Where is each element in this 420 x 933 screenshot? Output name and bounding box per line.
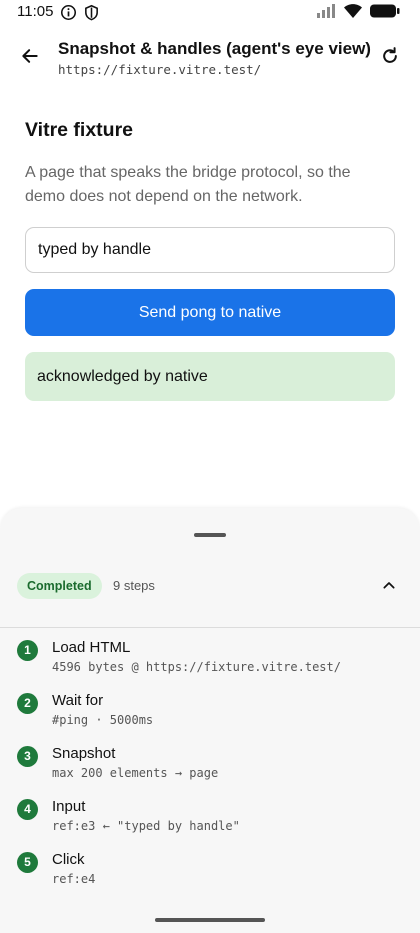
status-left-icons (60, 4, 100, 26)
back-button[interactable] (14, 42, 46, 74)
page-url: https://fixture.vitre.test/ (58, 62, 262, 77)
ack-message: acknowledged by native (25, 352, 395, 401)
step-item: 4 Input ref:e3 ← "typed by handle" (0, 797, 420, 850)
status-time: 11:05 (17, 3, 54, 20)
status-bar: 11:05 (0, 0, 420, 26)
refresh-icon (380, 46, 400, 71)
step-detail: #ping · 5000ms (52, 713, 154, 727)
steps-list: 1 Load HTML 4596 bytes @ https://fixture… (0, 636, 420, 908)
step-number-badge: 5 (17, 852, 38, 873)
sheet-divider (0, 627, 420, 628)
status-right-icons (316, 4, 400, 23)
cell-signal-icon (316, 4, 336, 23)
home-indicator[interactable] (155, 918, 265, 922)
step-title: Wait for (52, 692, 104, 709)
step-title: Input (52, 798, 86, 815)
step-number-badge: 3 (17, 746, 38, 767)
steps-bottom-sheet: Completed 9 steps 1 Load HTML 4596 bytes… (0, 508, 420, 933)
step-item: 3 Snapshot max 200 elements → page (0, 744, 420, 797)
web-content: Vitre fixture A page that speaks the bri… (0, 90, 420, 510)
battery-icon (370, 4, 400, 23)
chevron-up-icon (381, 577, 397, 598)
step-number-badge: 4 (17, 799, 38, 820)
step-item: 2 Wait for #ping · 5000ms (0, 691, 420, 744)
step-detail: ref:e3 ← "typed by handle" (52, 819, 240, 833)
reload-button[interactable] (374, 42, 406, 74)
arrow-left-icon (20, 46, 40, 71)
wifi-icon (344, 4, 362, 23)
step-detail: max 200 elements → page (52, 766, 219, 780)
step-number-badge: 2 (17, 693, 38, 714)
shield-icon (83, 4, 100, 26)
step-title: Snapshot (52, 745, 116, 762)
step-title: Load HTML (52, 639, 131, 656)
info-icon (60, 4, 77, 26)
send-pong-button[interactable]: Send pong to native (25, 289, 395, 336)
status-chip: Completed (17, 573, 102, 599)
step-number-badge: 1 (17, 640, 38, 661)
page-title: Snapshot & handles (agent's eye view) (58, 39, 371, 58)
steps-count: 9 steps (113, 578, 155, 593)
step-detail: ref:e4 (52, 872, 96, 886)
app-bar: Snapshot & handles (agent's eye view) ht… (0, 26, 420, 90)
sheet-drag-handle[interactable] (194, 533, 226, 537)
fixture-text-input[interactable] (25, 227, 395, 273)
screen: 11:05 Snapshot & handles (agent's eye vi… (0, 0, 420, 933)
fixture-title: Vitre fixture (25, 119, 134, 141)
step-detail: 4596 bytes @ https://fixture.vitre.test/ (52, 660, 341, 674)
step-item: 1 Load HTML 4596 bytes @ https://fixture… (0, 638, 420, 691)
step-item: 5 Click ref:e4 (0, 850, 420, 903)
step-title: Click (52, 851, 85, 868)
collapse-button[interactable] (378, 576, 400, 598)
fixture-description: A page that speaks the bridge protocol, … (25, 164, 351, 205)
